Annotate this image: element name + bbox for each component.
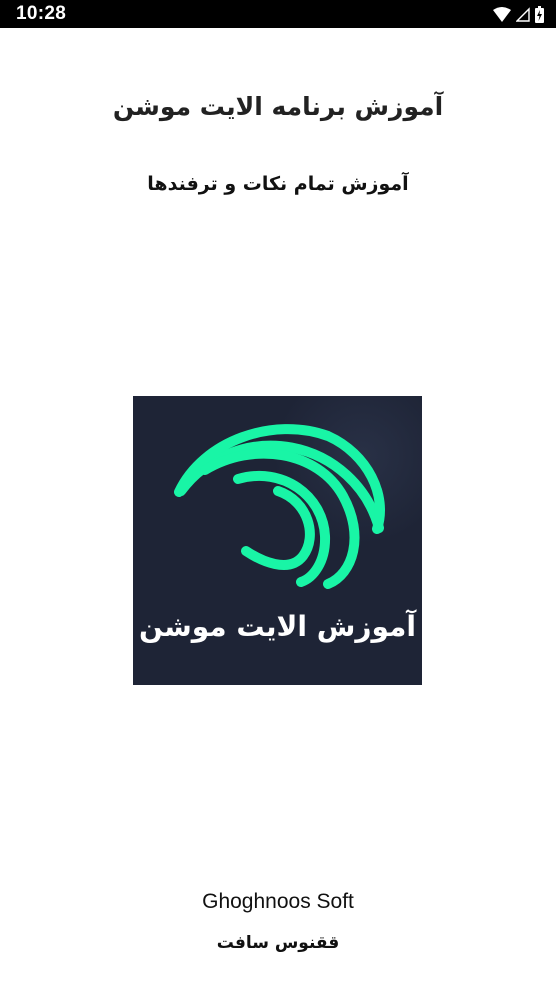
splash-screen: 10:28 آموزش برنامه الایت موشن آموزش تمام… xyxy=(0,0,556,988)
battery-charging-icon xyxy=(535,5,544,23)
status-time: 10:28 xyxy=(16,3,67,24)
app-logo: آموزش الایت موشن xyxy=(133,396,422,685)
app-title: آموزش برنامه الایت موشن xyxy=(112,92,444,121)
company-name-fa: ققنوس سافت xyxy=(216,933,340,953)
cellular-signal-icon xyxy=(515,6,530,22)
status-bar: 10:28 xyxy=(0,0,556,28)
status-icons xyxy=(493,5,544,23)
wifi-icon xyxy=(493,6,511,22)
logo-text: آموزش الایت موشن xyxy=(139,610,416,643)
company-name: Ghoghnoos Soft xyxy=(202,890,354,913)
app-subtitle: آموزش تمام نکات و ترفندها xyxy=(147,173,409,195)
